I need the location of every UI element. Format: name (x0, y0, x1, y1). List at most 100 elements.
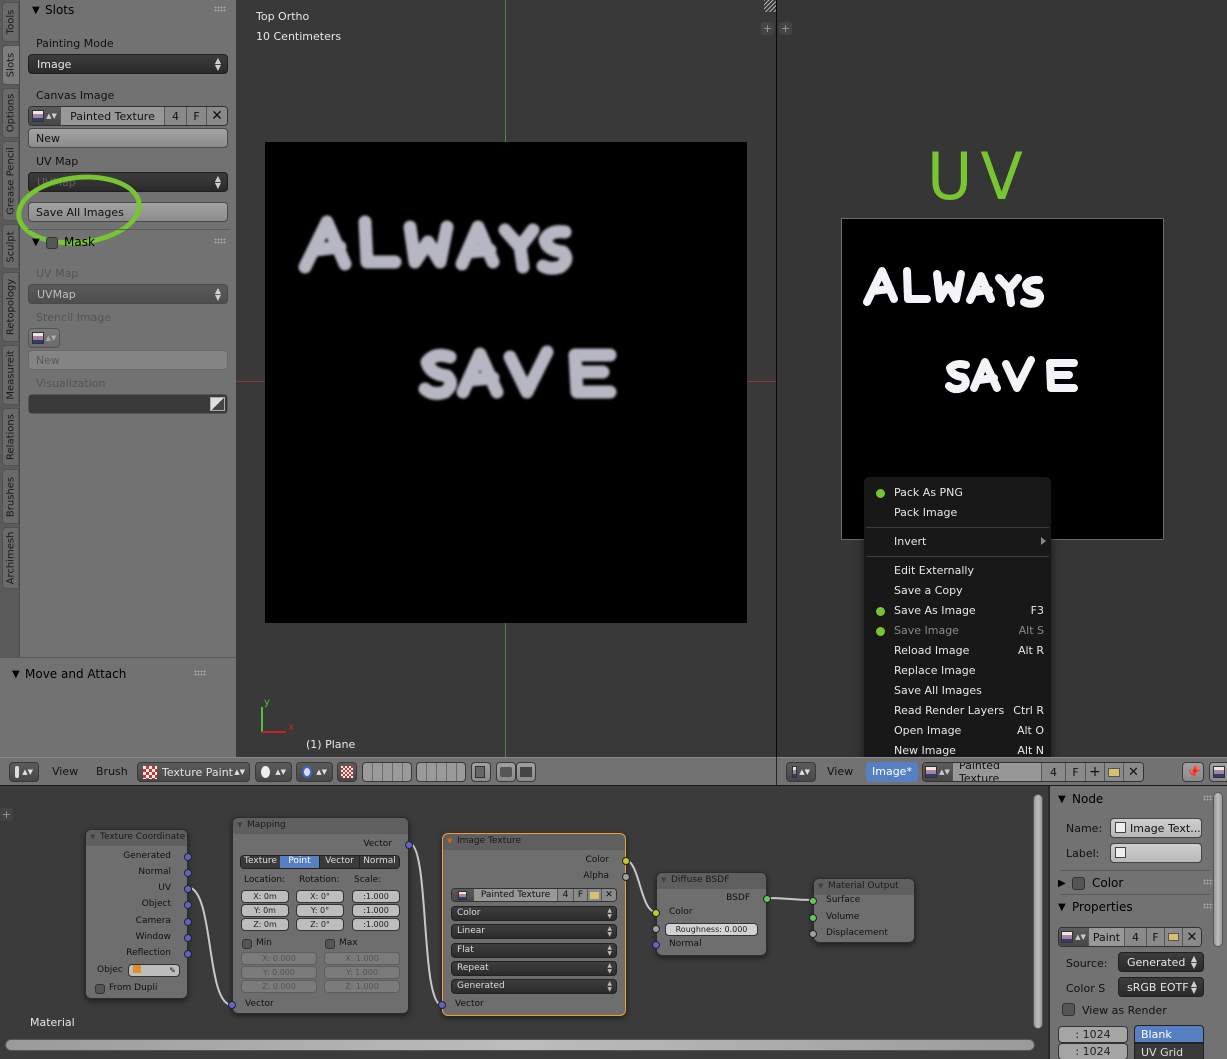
unlink-x-icon[interactable]: ✕ (1124, 763, 1143, 781)
render-button[interactable] (496, 762, 516, 782)
type-texture[interactable]: Texture (241, 856, 280, 868)
new-image-plus-icon[interactable]: + (1086, 763, 1105, 781)
tab-archimesh[interactable]: Archimesh (2, 527, 19, 589)
drag-grip-icon[interactable] (194, 670, 206, 676)
painting-mode-dropdown[interactable]: Image ▲ ▼ (28, 54, 228, 74)
menu-item-replace-image[interactable]: Replace Image (864, 661, 1051, 681)
mask-browse-button[interactable] (1209, 762, 1227, 782)
image-datablock-field[interactable]: ▲▼ Painted Texture 4 F + ✕ (922, 762, 1144, 782)
mask-uv-map-dropdown[interactable]: UVMap ▲ ▼ (28, 284, 228, 304)
eyedropper-icon[interactable]: ✎ (169, 965, 176, 976)
pivot-dropdown[interactable]: ▲▼ (296, 762, 333, 782)
source-dropdown[interactable]: Generated ▲ ▼ (451, 979, 617, 994)
max-z[interactable]: Z: 1.000 (324, 980, 400, 993)
node-header[interactable]: ▼ Mapping (233, 818, 408, 834)
gen-type-blank[interactable]: Blank (1134, 1025, 1204, 1043)
tab-slots[interactable]: Slots (2, 45, 19, 85)
menu-item-pack-as-png[interactable]: Pack As PNG (864, 483, 1051, 503)
roughness-field[interactable]: Roughness: 0.000 (665, 923, 758, 936)
unlink-x-icon[interactable]: ✕ (602, 889, 616, 901)
layer-buttons-2[interactable] (416, 762, 466, 782)
image-datablock-field[interactable]: ▲▼ Paint 4 F ✕ (1058, 927, 1202, 947)
gen-type-uv-grid[interactable]: UV Grid (1134, 1043, 1204, 1059)
custom-color-checkbox[interactable] (1072, 877, 1085, 890)
socket-vector-in[interactable] (228, 1001, 236, 1009)
location-y[interactable]: Y: 0m (241, 904, 289, 917)
stencil-new-button[interactable]: New (28, 350, 228, 370)
editor-type-button[interactable]: ▲▼ (786, 762, 816, 782)
location-x[interactable]: X: 0m (241, 890, 289, 903)
menu-view[interactable]: View (821, 762, 859, 782)
fake-user-toggle[interactable]: F (1147, 928, 1165, 946)
socket-reflection[interactable] (184, 950, 192, 958)
socket-generated[interactable] (184, 853, 192, 861)
area-split-corner[interactable] (764, 0, 776, 12)
menu-item-read-render-layers[interactable]: Read Render Layers Ctrl R (864, 701, 1051, 721)
node-name-field[interactable]: Image Text... (1110, 818, 1202, 838)
projection-dropdown[interactable]: Flat ▲ ▼ (451, 943, 617, 958)
socket-normal[interactable] (184, 869, 192, 877)
menu-item-save-all-images[interactable]: Save All Images (864, 681, 1051, 701)
unlink-x-icon[interactable]: ✕ (207, 107, 227, 125)
node-diffuse-bsdf[interactable]: ▼ Diffuse BSDF BSDF Color Roughness: 0.00… (652, 872, 771, 956)
mask-enable-checkbox[interactable] (46, 237, 58, 249)
image-browse-button[interactable] (452, 889, 474, 901)
tab-tools[interactable]: Tools (2, 2, 19, 42)
type-normal[interactable]: Normal (359, 856, 399, 868)
stencil-image-browse[interactable]: ▲▼ (28, 328, 60, 348)
vertical-scrollbar[interactable] (1033, 794, 1043, 1029)
socket-surface-in[interactable] (809, 897, 817, 905)
3d-viewport[interactable]: Top Ortho 10 Centimeters y x (1) Plane + (236, 0, 776, 757)
socket-uv[interactable] (184, 885, 192, 893)
node-image-texture[interactable]: ▼ Image Texture Color Alpha Painted Textu… (438, 833, 630, 1016)
tab-sculpt[interactable]: Sculpt (2, 224, 19, 269)
lock-layers-button[interactable] (471, 762, 491, 782)
socket-alpha-out[interactable] (622, 873, 630, 881)
image-datablock-field[interactable]: Painted Texture 4 F ✕ (451, 888, 617, 902)
image-name-field[interactable]: Painted Texture (61, 107, 165, 125)
rotation-x[interactable]: X: 0° (296, 890, 344, 903)
properties-section-header[interactable]: ▼ Properties (1050, 897, 1220, 919)
fake-user-toggle[interactable]: F (1066, 763, 1086, 781)
socket-color-out[interactable] (622, 857, 630, 865)
socket-bsdf-out[interactable] (763, 895, 771, 903)
plus-icon[interactable]: + (761, 22, 774, 35)
generated-height-field[interactable]: : 1024 (1058, 1043, 1128, 1059)
menu-brush[interactable]: Brush (90, 762, 134, 782)
image-browse-button[interactable]: ▲▼ (29, 107, 61, 125)
menu-item-invert[interactable]: Invert (864, 532, 1051, 552)
min-checkbox[interactable] (242, 939, 252, 949)
slots-panel-header[interactable]: ▼ Slots (20, 0, 236, 22)
image-browse-button[interactable]: ▲▼ (1059, 928, 1089, 946)
socket-vector-in[interactable] (438, 1001, 446, 1009)
tab-measureit[interactable]: Measureit (2, 345, 19, 405)
menu-item-save-a-copy[interactable]: Save a Copy (864, 581, 1051, 601)
object-field[interactable]: ✎ (128, 964, 180, 977)
mask-toggle-button[interactable] (337, 762, 357, 782)
node-texture-coordinate[interactable]: ▼ Texture Coordinate Generated Normal UV … (85, 829, 192, 999)
node-header[interactable]: ▼ Material Output (814, 879, 914, 895)
menu-item-save-as-image[interactable]: Save As Image F3 (864, 601, 1051, 621)
tab-relations[interactable]: Relations (2, 408, 19, 466)
min-z[interactable]: Z: 0.000 (241, 980, 317, 993)
open-folder-icon[interactable] (1105, 763, 1124, 781)
interpolation-dropdown[interactable]: Linear ▲ ▼ (451, 924, 617, 939)
rotation-z[interactable]: Z: 0° (296, 918, 344, 931)
min-y[interactable]: Y: 0.000 (241, 966, 317, 979)
unlink-x-icon[interactable]: ✕ (1183, 928, 1201, 946)
node-editor[interactable]: + ▼ Texture Coordinate Generated Normal U… (0, 786, 1048, 1059)
socket-normal-in[interactable] (652, 941, 660, 949)
socket-object[interactable] (184, 901, 192, 909)
painted-plane[interactable] (265, 142, 747, 623)
editor-type-button[interactable]: ▲▼ (9, 762, 39, 782)
image-name-field[interactable]: Painted Texture (474, 889, 558, 901)
image-name-field[interactable]: Paint (1089, 928, 1125, 946)
socket-roughness-in[interactable] (652, 925, 660, 933)
node-header[interactable]: ▼ Image Texture (443, 834, 625, 850)
render-animation-button[interactable] (516, 762, 536, 782)
type-vector[interactable]: Vector (319, 856, 359, 868)
tab-brushes[interactable]: Brushes (2, 469, 19, 524)
socket-vector-out[interactable] (405, 841, 413, 849)
menu-item-edit-externally[interactable]: Edit Externally (864, 561, 1051, 581)
tab-retopology[interactable]: Retopology (2, 272, 19, 342)
